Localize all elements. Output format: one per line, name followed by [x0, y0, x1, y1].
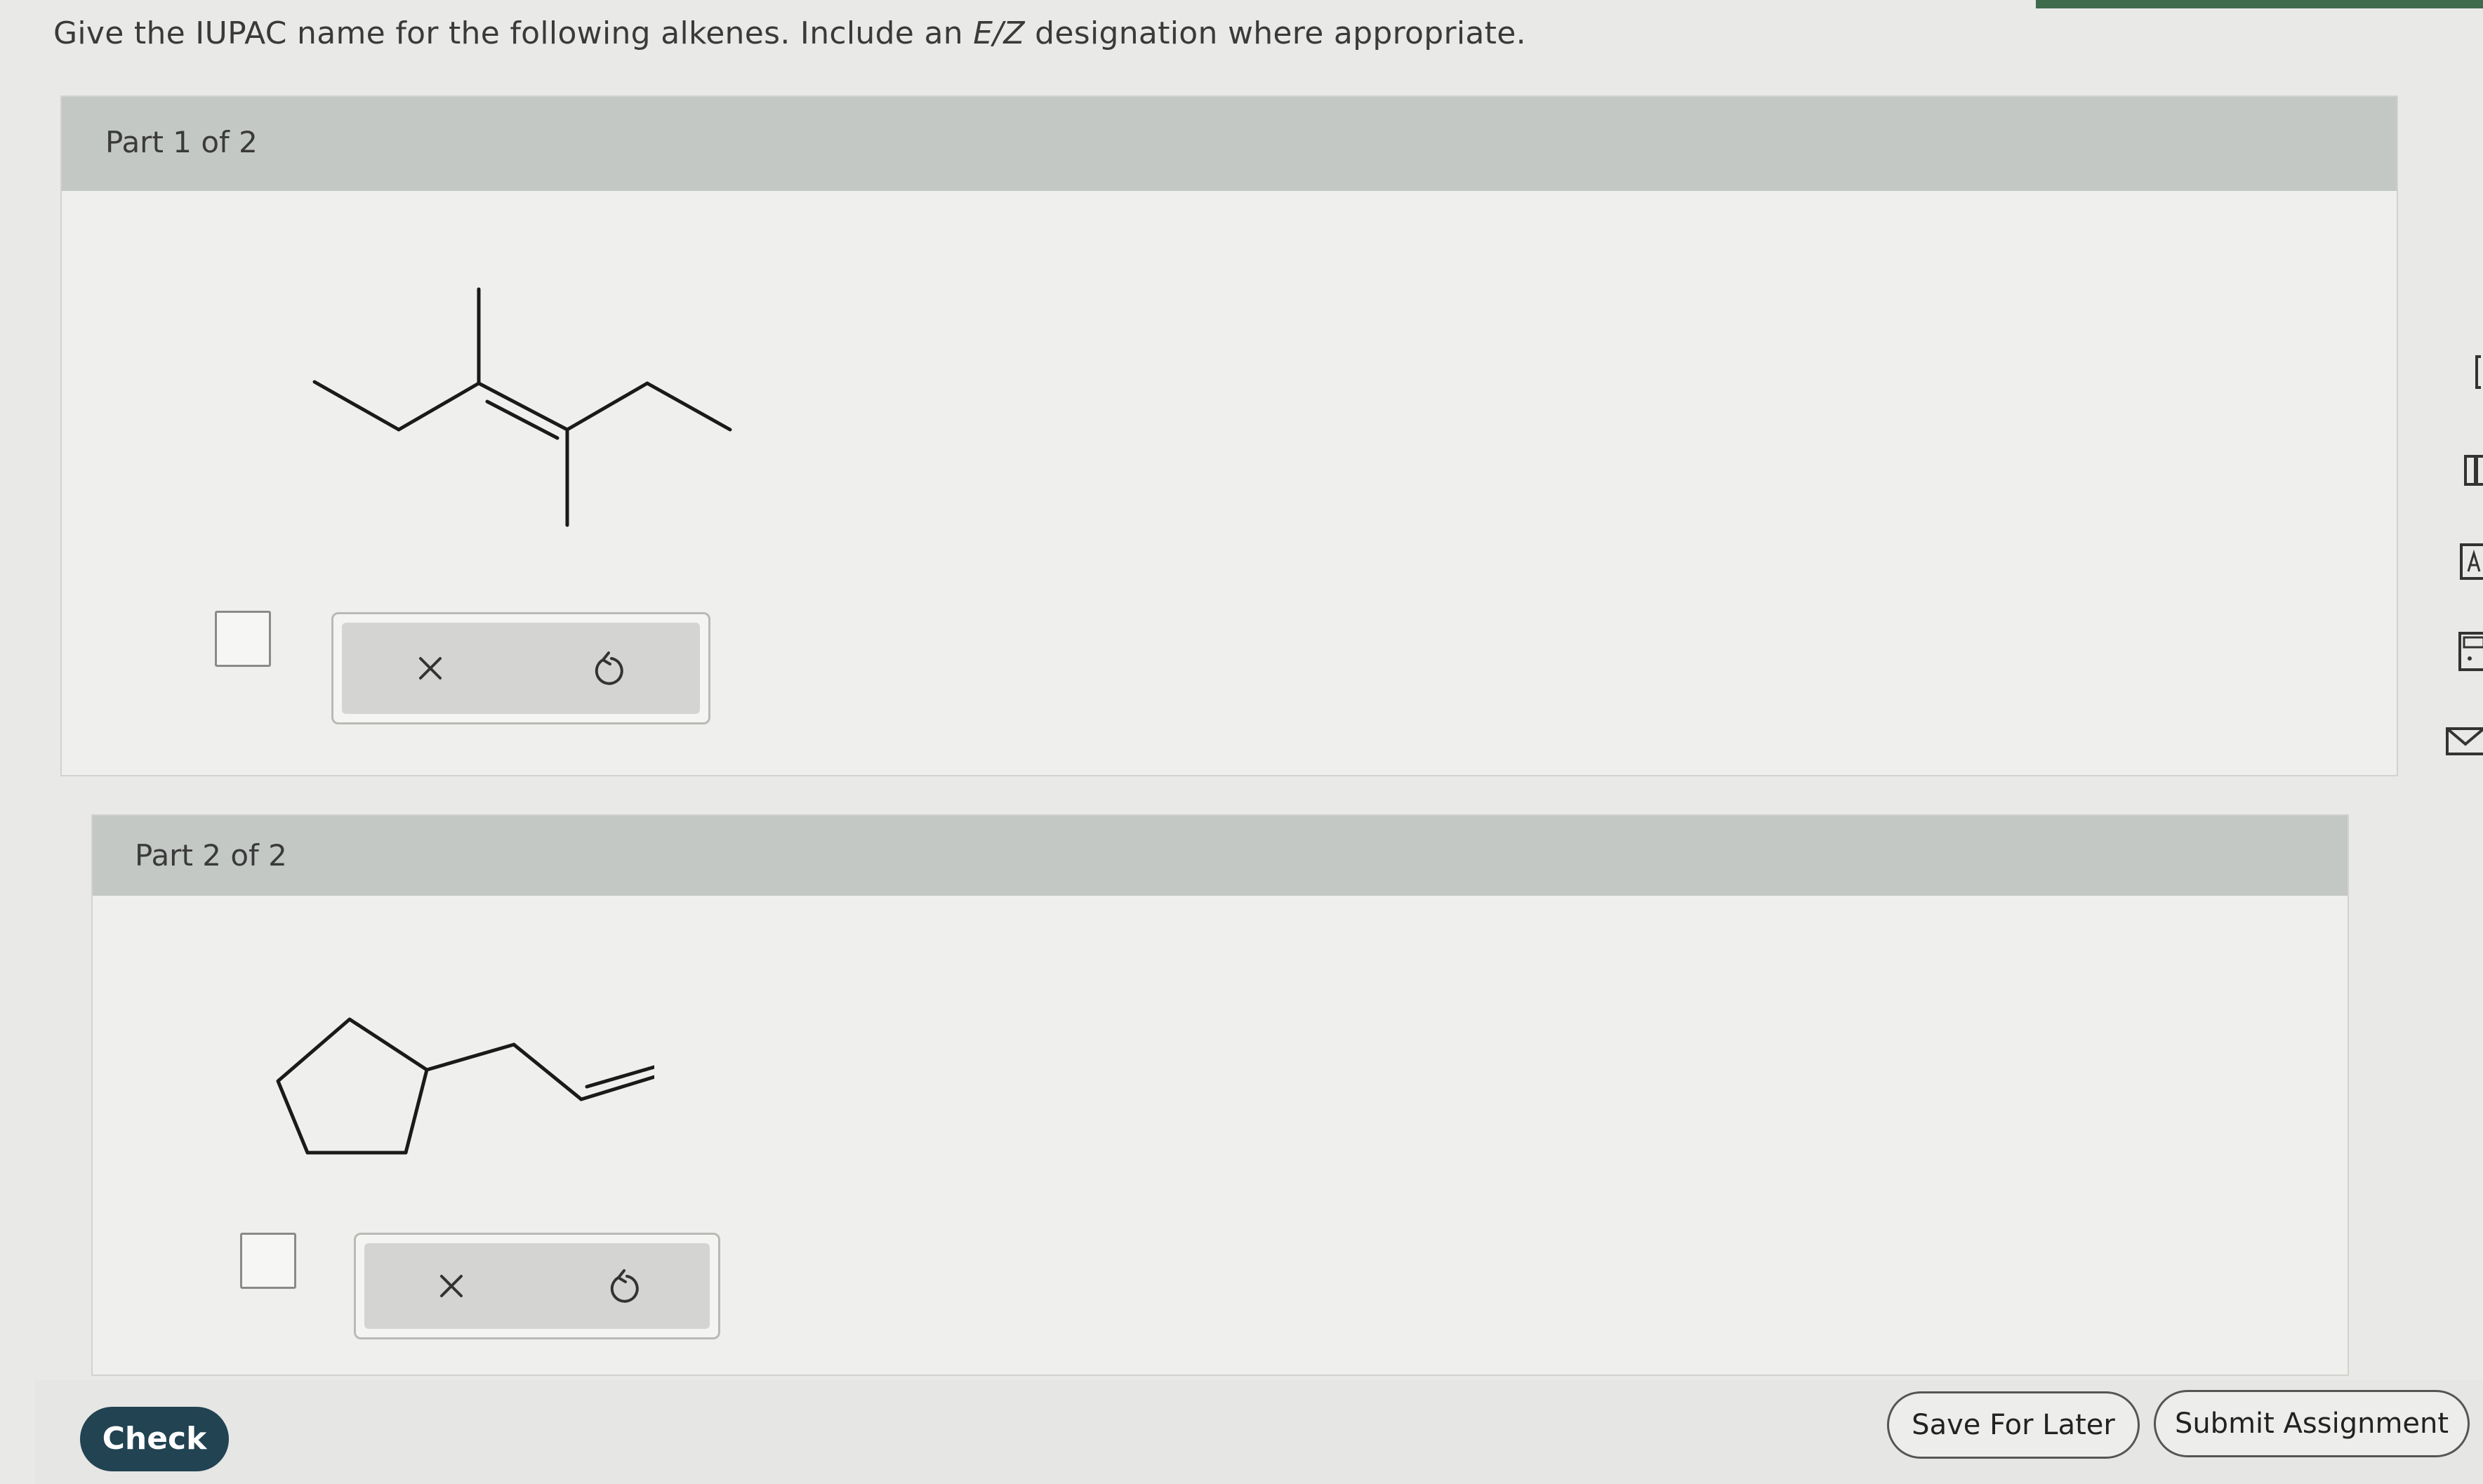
part-2-clear-button[interactable]	[430, 1265, 472, 1307]
part-2-header: Part 2 of 2	[93, 816, 2348, 896]
molecule-structure-1	[312, 287, 732, 527]
text-format-icon	[2460, 543, 2483, 580]
part-1-undo-button[interactable]	[588, 647, 630, 689]
check-button[interactable]: Check	[80, 1407, 229, 1471]
part-1-answer-box[interactable]	[215, 611, 271, 667]
save-for-later-button[interactable]: Save For Later	[1887, 1391, 2140, 1459]
part-2-answer-box[interactable]	[240, 1233, 296, 1289]
side-tool-3[interactable]	[2442, 541, 2483, 583]
close-icon	[440, 1275, 463, 1297]
undo-icon	[595, 651, 623, 685]
part-1-clear-button[interactable]	[409, 647, 451, 689]
side-tool-5[interactable]	[2442, 719, 2483, 761]
mail-icon	[2446, 727, 2483, 755]
part-1-tool-inner	[342, 623, 700, 714]
side-tool-1[interactable]	[2442, 351, 2483, 393]
part-2-undo-button[interactable]	[603, 1265, 645, 1307]
bracket-icon	[2475, 355, 2481, 389]
periodic-table-icon	[2464, 455, 2483, 486]
top-accent-bar	[2036, 0, 2483, 8]
instructions-prefix: Give the IUPAC name for the following al…	[53, 15, 974, 51]
part-2-panel: Part 2 of 2	[91, 814, 2349, 1376]
calculator-icon	[2458, 632, 2483, 671]
undo-icon	[610, 1269, 639, 1303]
submit-assignment-button[interactable]: Submit Assignment	[2154, 1390, 2470, 1457]
side-tool-2[interactable]	[2442, 449, 2483, 491]
side-tool-4[interactable]	[2442, 630, 2483, 673]
close-icon	[419, 657, 442, 680]
part-1-header: Part 1 of 2	[62, 97, 2397, 191]
part-2-tool-panel	[354, 1233, 720, 1339]
part-2-tool-inner	[364, 1243, 710, 1329]
molecule-structure-2	[276, 1017, 654, 1155]
instructions-ez: E/Z	[973, 15, 1025, 51]
question-instructions: Give the IUPAC name for the following al…	[53, 15, 1526, 51]
part-2-label: Part 2 of 2	[135, 838, 287, 873]
part-1-tool-panel	[331, 612, 710, 724]
part-1-label: Part 1 of 2	[105, 125, 258, 159]
instructions-suffix: designation where appropriate.	[1024, 15, 1526, 51]
part-1-panel: Part 1 of 2	[60, 95, 2398, 776]
